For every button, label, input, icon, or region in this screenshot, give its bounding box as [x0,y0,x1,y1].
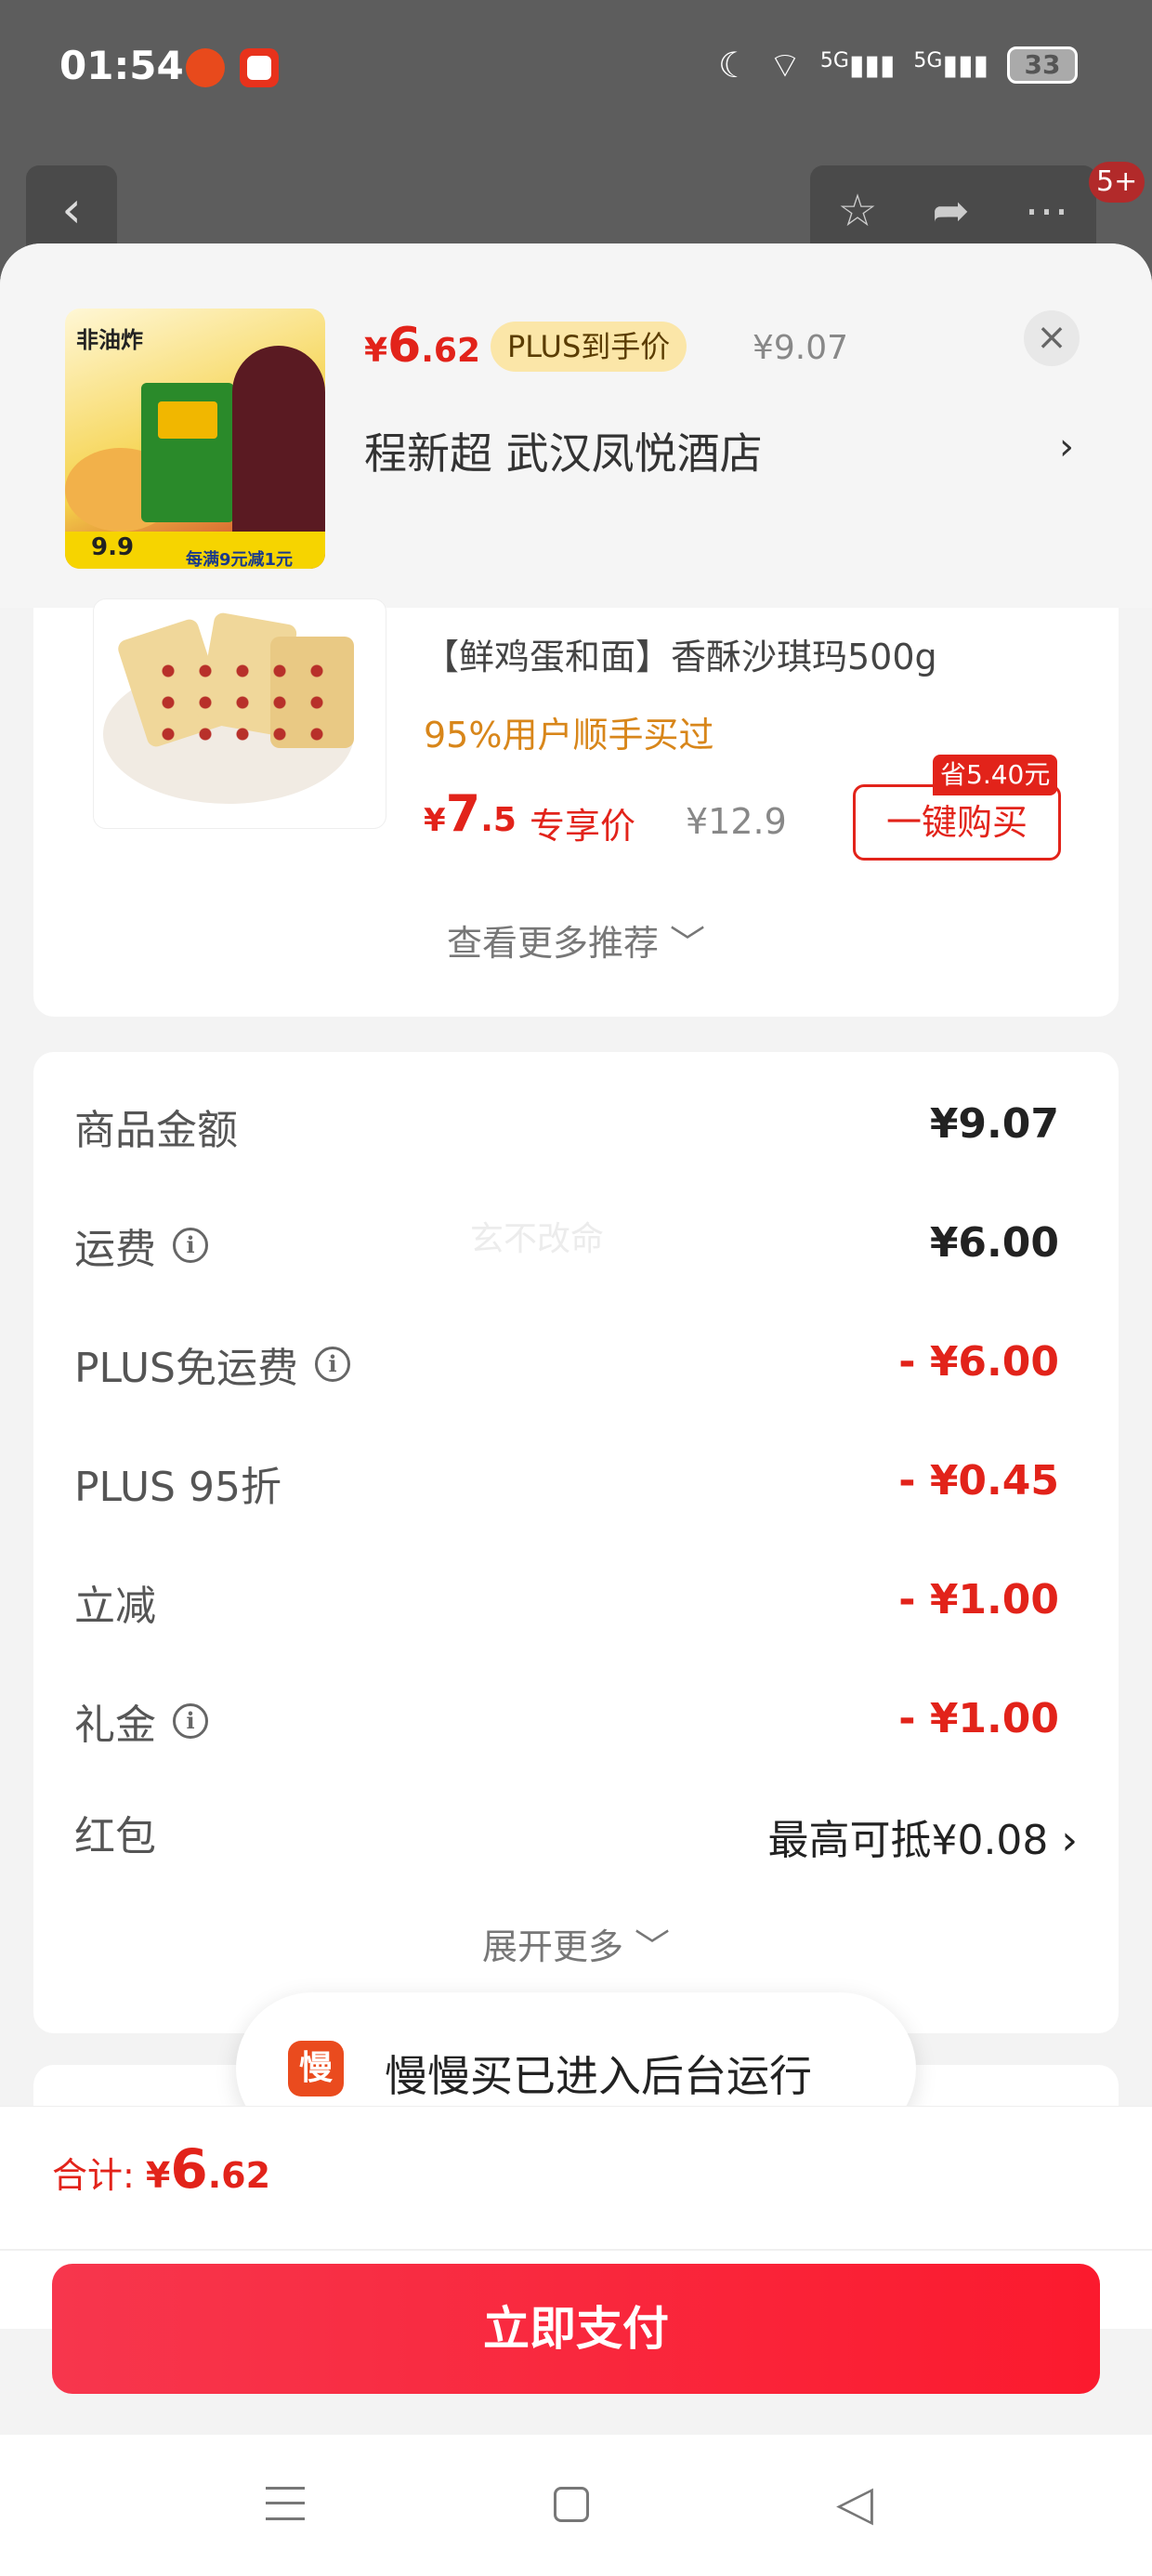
back-icon[interactable]: ◁ [827,2476,883,2531]
expand-more-button[interactable]: 展开更多 ﹀ [33,1918,1119,1969]
notification-badge: 5+ [1089,162,1145,203]
app-notification-icon [240,48,279,87]
original-price: ¥9.07 [753,329,849,367]
clock: 01:54 [59,43,184,88]
info-icon[interactable]: i [315,1347,350,1382]
info-icon[interactable]: i [173,1228,208,1263]
star-icon[interactable]: ☆ [837,185,877,237]
one-click-buy-button[interactable]: 一键购买 [853,784,1061,861]
app-logo-icon: 慢 [288,2041,344,2096]
fee-row-shipping: 运费 i ¥6.00 [74,1219,1059,1273]
signal-icon: 5G▮▮▮ [819,48,896,82]
close-button[interactable]: × [1024,310,1080,366]
view-more-recommendations[interactable]: 查看更多推荐 ﹀ [33,914,1119,966]
plus-price: ¥6.62 [364,318,481,374]
recommendation-title[interactable]: 【鲜鸡蛋和面】香酥沙琪玛500g [424,628,937,679]
toast-message: 慢慢买已进入后台运行 [385,2051,812,2101]
savings-badge: 省5.40元 [933,755,1058,795]
fee-row-gift-credit: 礼金 i - ¥1.00 [74,1695,1059,1749]
moon-icon: ☾ [718,45,751,85]
fee-breakdown-card: 玄不改命 商品金额 ¥9.07 运费 i ¥6.00 PLUS免运费 i - ¥6.… [33,1052,1119,2033]
fee-row-red-packet[interactable]: 红包 最高可抵¥0.08 › [74,1803,1078,1868]
plus-price-tag: PLUS到手价 [491,322,687,372]
order-total: 合计: ¥6.62 [52,2137,271,2201]
home-icon[interactable] [543,2476,598,2531]
chevron-right-icon[interactable]: › [1059,426,1074,468]
fee-row-subtotal: 商品金额 ¥9.07 [74,1100,1059,1154]
battery-icon: 33 [1007,46,1078,84]
wifi-icon: ⌔ [768,45,802,85]
system-icons: ☾ ⌔ 5G▮▮▮ 5G▮▮▮ 33 [718,43,1078,87]
more-icon[interactable]: ⋯ [1025,185,1069,237]
divider [0,2249,1152,2251]
pay-now-button[interactable]: 立即支付 [52,2264,1100,2394]
recommendation-original-price: ¥12.9 [686,801,787,842]
fee-row-plus-free-shipping: PLUS免运费 i - ¥6.00 [74,1338,1059,1392]
exclusive-price-label: 专享价 [530,806,636,847]
social-proof: 95%用户顺手买过 [424,715,714,756]
recommendation-card: 【鲜鸡蛋和面】香酥沙琪玛500g 95%用户顺手买过 ¥7.5 专享价 ¥12.… [33,598,1119,1017]
fee-row-plus-discount: PLUS 95折 - ¥0.45 [74,1457,1059,1511]
signal-icon: 5G▮▮▮ [913,48,988,82]
status-bar: 01:54 ☾ ⌔ 5G▮▮▮ 5G▮▮▮ 33 [0,0,1152,139]
fee-row-instant-discount: 立减 - ¥1.00 [74,1576,1059,1630]
menu-icon[interactable] [256,2476,312,2531]
share-icon[interactable]: ➦ [932,185,969,237]
delivery-address[interactable]: 程新超 武汉凤悦酒店 [364,420,763,481]
info-icon[interactable]: i [173,1703,208,1739]
recommendation-image[interactable] [93,598,386,829]
system-nav-bar: ◁ [0,2435,1152,2576]
product-thumbnail: 非油炸 9.9 每满9元减1元 [65,309,325,569]
recommendation-price: ¥7.5 [424,784,517,843]
product-header: 非油炸 9.9 每满9元减1元 ¥6.62 PLUS到手价 ¥9.07 × 程新… [0,243,1152,608]
app-notification-icon [186,48,225,87]
